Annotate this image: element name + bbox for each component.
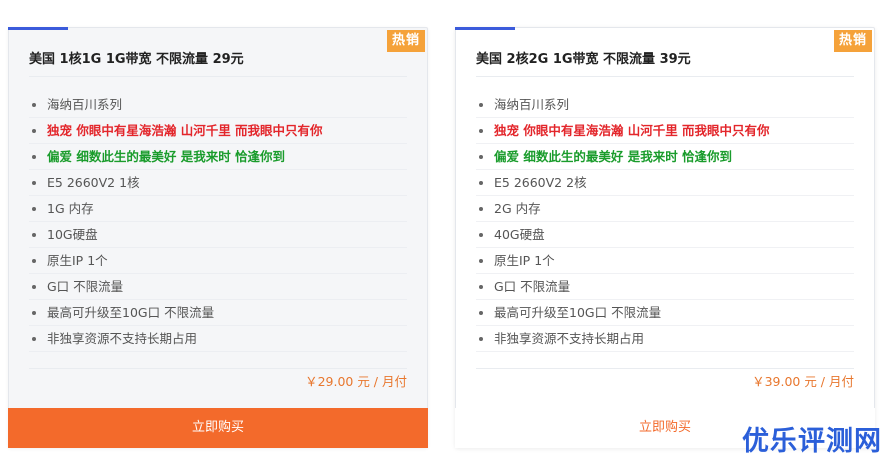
feature-item-disk: 40G硬盘 (476, 222, 854, 248)
feature-item-note: 非独享资源不支持长期占用 (29, 326, 407, 352)
feature-item-upgrade: 最高可升级至10G口 不限流量 (29, 300, 407, 326)
divider (29, 76, 407, 77)
plan-price: ￥39.00 元 / 月付 (752, 374, 854, 389)
feature-item-note: 非独享资源不支持长期占用 (476, 326, 854, 352)
feature-item-ip: 原生IP 1个 (476, 248, 854, 274)
pricing-page: 热销 美国 1核1G 1G带宽 不限流量 29元 海纳百川系列 独宠 你眼中有星… (0, 0, 894, 468)
feature-item-slogan-red: 独宠 你眼中有星海浩瀚 山河千里 而我眼中只有你 (29, 118, 407, 144)
feature-list: 海纳百川系列 独宠 你眼中有星海浩瀚 山河千里 而我眼中只有你 偏爱 细数此生的… (476, 92, 854, 352)
site-watermark: 优乐评测网 (742, 426, 882, 457)
feature-item-series: 海纳百川系列 (476, 92, 854, 118)
feature-item-slogan-green: 偏爱 细数此生的最美好 是我来时 恰逢你到 (29, 144, 407, 170)
plan-title: 美国 2核2G 1G带宽 不限流量 39元 (476, 52, 691, 67)
card-accent-bar (8, 27, 68, 30)
feature-item-memory: 2G 内存 (476, 196, 854, 222)
plan-card-1: 热销 美国 1核1G 1G带宽 不限流量 29元 海纳百川系列 独宠 你眼中有星… (8, 27, 428, 448)
divider (476, 76, 854, 77)
card-accent-bar (455, 27, 515, 30)
plan-card-2: 热销 美国 2核2G 1G带宽 不限流量 39元 海纳百川系列 独宠 你眼中有星… (455, 27, 875, 448)
feature-item-slogan-red: 独宠 你眼中有星海浩瀚 山河千里 而我眼中只有你 (476, 118, 854, 144)
feature-item-upgrade: 最高可升级至10G口 不限流量 (476, 300, 854, 326)
feature-list: 海纳百川系列 独宠 你眼中有星海浩瀚 山河千里 而我眼中只有你 偏爱 细数此生的… (29, 92, 407, 352)
divider (476, 368, 854, 369)
feature-item-memory: 1G 内存 (29, 196, 407, 222)
feature-item-disk: 10G硬盘 (29, 222, 407, 248)
hot-badge: 热销 (834, 30, 872, 52)
feature-item-ip: 原生IP 1个 (29, 248, 407, 274)
feature-item-series: 海纳百川系列 (29, 92, 407, 118)
divider (29, 368, 407, 369)
hot-badge: 热销 (387, 30, 425, 52)
plan-title: 美国 1核1G 1G带宽 不限流量 29元 (29, 52, 244, 67)
feature-item-port: G口 不限流量 (29, 274, 407, 300)
plan-price: ￥29.00 元 / 月付 (305, 374, 407, 389)
feature-item-cpu: E5 2660V2 2核 (476, 170, 854, 196)
feature-item-cpu: E5 2660V2 1核 (29, 170, 407, 196)
buy-now-button[interactable]: 立即购买 (8, 408, 428, 448)
feature-item-slogan-green: 偏爱 细数此生的最美好 是我来时 恰逢你到 (476, 144, 854, 170)
feature-item-port: G口 不限流量 (476, 274, 854, 300)
